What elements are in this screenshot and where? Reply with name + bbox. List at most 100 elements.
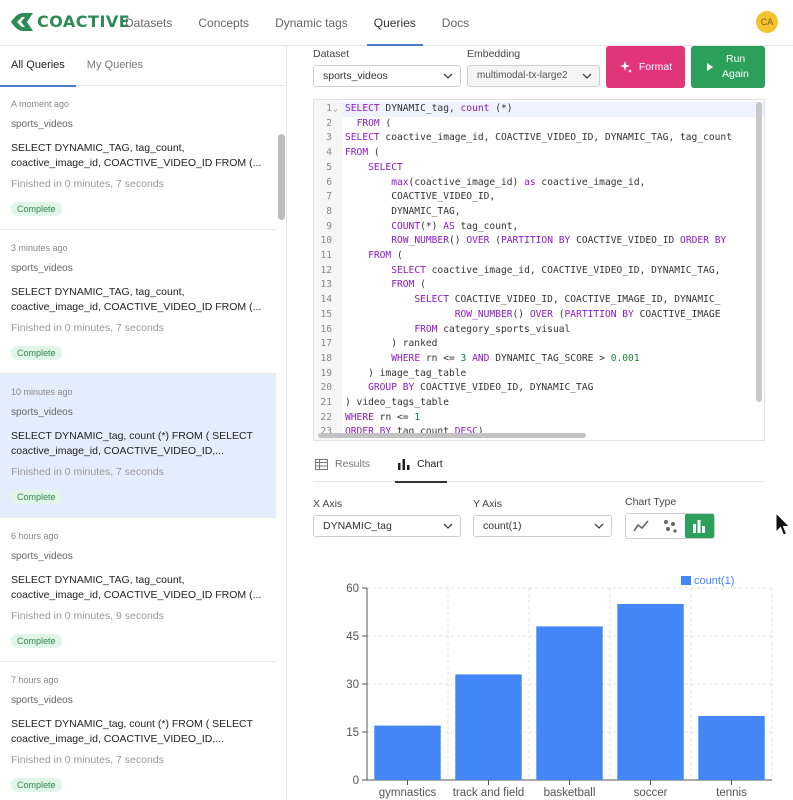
legend-label: count(1) [694,575,734,587]
x-tick-label: track and field [453,787,525,799]
query-list-item-selected[interactable]: 10 minutes ago sports_videos SELECT DYNA… [0,374,276,518]
chart-type-toggle [625,513,715,539]
coactive-logo-icon [11,12,33,31]
bar-chart-button[interactable] [684,514,714,538]
bar-chart-icon [693,520,706,533]
nav-concepts[interactable]: Concepts [185,0,262,46]
tab-my-queries[interactable]: My Queries [76,46,154,85]
table-icon [315,458,328,470]
line-number: 16 [320,323,332,335]
tab-chart[interactable]: Chart [395,446,447,483]
embedding-select[interactable]: multimodal-tx-large2 [467,65,600,87]
code-text: FROM category_sports_visual [414,323,571,335]
bar [698,716,765,780]
line-number: 1 [326,103,332,114]
query-workspace: Dataset sports_videos Embedding multimod… [287,46,793,800]
line-number: 19 [320,367,332,379]
nav-datasets[interactable]: Datasets [112,0,185,46]
x-tick-label: basketball [544,787,596,799]
dataset-select-value: sports_videos [323,70,388,82]
editor-horizontal-scrollbar[interactable] [318,433,586,438]
bar [617,604,684,780]
legend-swatch [681,576,691,585]
nav-queries[interactable]: Queries [361,0,429,46]
query-list-item[interactable]: A moment ago sports_videos SELECT DYNAMI… [0,86,276,230]
sidebar-scrollbar[interactable] [278,134,285,220]
mouse-cursor-icon [775,512,791,536]
line-number: 20 [320,382,332,394]
x-axis-select[interactable]: DYNAMIC_tag [313,515,461,537]
query-list-item[interactable]: 6 hours ago sports_videos SELECT DYNAMIC… [0,518,276,662]
code-text: FROM ( [391,279,426,291]
line-number: 5 [326,161,332,173]
code-text: WHERE rn <= 3 AND DYNAMIC_TAG_SCORE > 0.… [391,352,640,364]
query-sql-preview: SELECT DYNAMIC_TAG, tag_count, coactive_… [11,142,262,169]
play-icon [707,63,713,71]
tab-all-queries[interactable]: All Queries [0,46,76,87]
status-badge: Complete [11,346,62,360]
code-line: 17 ) ranked [314,337,764,352]
user-avatar[interactable]: CA [756,11,778,33]
code-line: 3 SELECT coactive_image_id, COACTIVE_VIDE… [314,131,764,146]
code-text: SELECT COACTIVE_VIDEO_ID, COACTIVE_IMAGE… [414,294,721,306]
code-text: max(coactive_image_id) as coactive_image… [391,176,646,188]
code-text: COUNT(*) AS tag_count, [391,220,519,232]
bar-chart-icon [398,458,410,470]
query-time: A moment ago [11,99,70,109]
code-line: 22 WHERE rn <= 1 [314,411,764,426]
code-line: 5 SELECT [314,161,764,176]
tab-results[interactable]: Results [315,446,370,482]
main-nav: Datasets Concepts Dynamic tags Queries D… [112,0,482,46]
line-number: 4 [326,147,332,159]
y-axis-select[interactable]: count(1) [473,515,612,537]
run-button-label-line1: Run [726,53,746,65]
format-button[interactable]: Format [606,46,685,88]
scatter-chart-button[interactable] [655,514,684,538]
code-line: 9 COUNT(*) AS tag_count, [314,220,764,235]
code-line: 15 ROW_NUMBER() OVER (PARTITION BY COACT… [314,308,764,323]
chevron-down-icon [443,73,453,79]
tab-results-label: Results [335,458,371,470]
query-duration: Finished in 0 minutes, 7 seconds [11,754,164,766]
tab-chart-label: Chart [417,458,443,470]
code-line: 20 GROUP BY COACTIVE_VIDEO_ID, DYNAMIC_T… [314,381,764,396]
query-list-item[interactable]: 3 minutes ago sports_videos SELECT DYNAM… [0,230,276,374]
line-number: 7 [326,191,332,203]
code-line: 6 max(coactive_image_id) as coactive_ima… [314,176,764,191]
y-axis-label: Y Axis [473,498,502,510]
query-time: 3 minutes ago [11,243,68,253]
code-line: 11 FROM ( [314,249,764,264]
line-number: 10 [320,235,332,247]
nav-docs[interactable]: Docs [429,0,482,46]
code-text: COACTIVE_VIDEO_ID, [345,191,496,203]
x-axis-label: X Axis [313,498,343,510]
x-tick-label: gymnastics [379,787,437,799]
query-time: 6 hours ago [11,531,59,541]
query-list-item[interactable]: 7 hours ago sports_videos SELECT DYNAMIC… [0,662,276,800]
code-line: 10 ROW_NUMBER() OVER (PARTITION BY COACT… [314,234,764,249]
line-chart-button[interactable] [626,514,655,538]
query-sql-preview: SELECT DYNAMIC_TAG, tag_count, coactive_… [11,574,262,601]
editor-vertical-scrollbar[interactable] [756,102,762,402]
code-text: ) image_tag_table [345,367,467,379]
nav-dynamic-tags[interactable]: Dynamic tags [262,0,361,46]
query-time: 10 minutes ago [11,387,73,397]
fold-toggle-icon[interactable]: ⌄ [333,102,338,117]
y-tick-label: 0 [353,775,359,787]
query-dataset: sports_videos [11,407,73,418]
sql-editor[interactable]: 1 ⌄ SELECT DYNAMIC_tag, count (*) 2 FROM (3… [313,99,765,441]
line-number: 21 [320,397,332,408]
y-tick-label: 15 [346,727,359,739]
query-duration: Finished in 0 minutes, 7 seconds [11,178,164,190]
line-chart-icon [632,520,649,532]
code-text: ) video_tags_table [345,397,449,408]
code-text: SELECT coactive_image_id, COACTIVE_VIDEO… [391,264,721,276]
query-dataset: sports_videos [11,263,73,274]
code-line: 16 FROM category_sports_visual [314,323,764,338]
run-again-button[interactable]: Run Again [691,46,765,88]
code-text: SELECT DYNAMIC_tag, count (*) [345,103,513,114]
query-dataset: sports_videos [11,695,73,706]
query-sql-preview: SELECT DYNAMIC_TAG, tag_count, coactive_… [11,286,262,313]
code-line: 1 ⌄ SELECT DYNAMIC_tag, count (*) [314,102,764,117]
dataset-select[interactable]: sports_videos [313,65,461,87]
